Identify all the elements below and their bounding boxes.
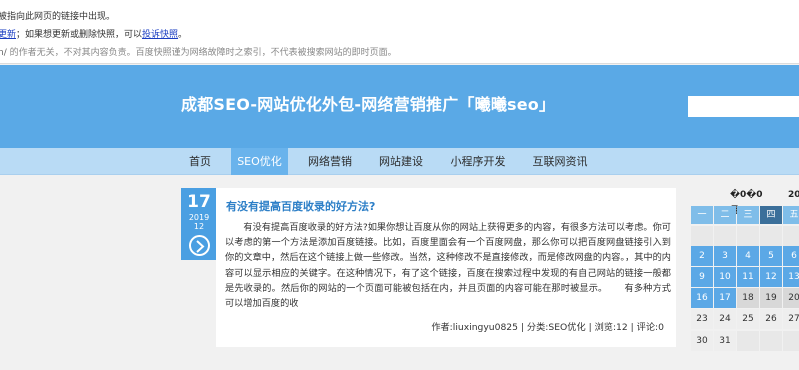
calendar-day[interactable]: 18: [737, 288, 759, 308]
calendar-empty-cell: [783, 331, 799, 351]
calendar-day[interactable]: 24: [714, 309, 736, 329]
calendar-day[interactable]: 2: [691, 246, 713, 266]
notice-line-3-text: 的作者无关，不对其内容负责。百度快照谨为网络故障时之索引，不代表被搜索网站的即时…: [6, 48, 397, 58]
nav-item-news[interactable]: 互联网资讯: [526, 148, 594, 175]
calendar-day[interactable]: 13: [783, 267, 799, 287]
site-title[interactable]: 成都SEO-网站优化外包-网络营销推广「曦曦seo」: [181, 91, 555, 115]
calendar-empty-cell: [737, 226, 759, 246]
calendar-day[interactable]: 16: [691, 288, 713, 308]
nav-item-seo[interactable]: SEO优化: [231, 148, 288, 175]
chevron-right-icon[interactable]: [189, 235, 210, 256]
calendar-weekday: 一: [691, 206, 713, 224]
notice-line-3: n/ 的作者无关，不对其内容负责。百度快照谨为网络故障时之索引，不代表被搜索网站…: [0, 44, 797, 62]
calendar-day[interactable]: 19: [760, 288, 782, 308]
calendar-day[interactable]: 17: [714, 288, 736, 308]
snapshot-notice: 被指向此网页的链接中出现。 更新；如果想更新或删除快照，可以投诉快照。 n/ 的…: [0, 0, 799, 64]
nav-item-mini-program[interactable]: 小程序开发: [443, 148, 513, 175]
post-date-badge: 17 2019 12: [181, 188, 217, 260]
calendar-day[interactable]: 9: [691, 267, 713, 287]
calendar-year-head: �0�0: [730, 190, 763, 200]
calendar-empty-cell: [737, 331, 759, 351]
calendar-empty-cell: [783, 226, 799, 246]
calendar-day[interactable]: 30: [691, 331, 713, 351]
calendar-weekday: 四: [760, 206, 782, 224]
calendar-day[interactable]: 20: [783, 288, 799, 308]
calendar-day[interactable]: 6: [783, 246, 799, 266]
calendar-day[interactable]: 12: [760, 267, 782, 287]
calendar-day[interactable]: 23: [691, 309, 713, 329]
nav-item-marketing[interactable]: 网络营销: [300, 148, 360, 175]
post-excerpt: 有没有提高百度收录的好方法?如果你想让百度从你的网站上获得更多的内容，有很多方法…: [225, 222, 671, 310]
search-input[interactable]: [688, 96, 799, 117]
notice-line-2-text: ；如果想更新或删除快照，可以: [16, 30, 143, 40]
post-card: 有没有提高百度收录的好方法? 有没有提高百度收录的好方法?如果你想让百度从你的网…: [216, 188, 676, 347]
calendar-empty-cell: [760, 331, 782, 351]
calendar-weekday: 二: [714, 206, 736, 224]
calendar-day[interactable]: 26: [760, 309, 782, 329]
report-snapshot-link[interactable]: 投诉快照: [142, 30, 178, 40]
page: 被指向此网页的链接中出现。 更新；如果想更新或删除快照，可以投诉快照。 n/ 的…: [0, 0, 799, 370]
post-date-day: 17: [187, 192, 211, 212]
post-meta: 作者:liuxingyu0825 | 分类:SEO优化 | 浏览:12 | 评论…: [431, 322, 664, 333]
site-header: 成都SEO-网站优化外包-网络营销推广「曦曦seo」: [0, 65, 799, 148]
calendar-day[interactable]: 10: [714, 267, 736, 287]
calendar-day[interactable]: 25: [737, 309, 759, 329]
calendar-day[interactable]: 5: [760, 246, 782, 266]
source-url-link[interactable]: n/: [0, 48, 7, 58]
calendar-day[interactable]: 3: [714, 246, 736, 266]
main-nav: 首页 SEO优化 网络营销 网站建设 小程序开发 互联网资讯: [0, 148, 799, 175]
calendar-day[interactable]: 27: [783, 309, 799, 329]
calendar-weekday: 五: [783, 206, 799, 224]
calendar-day[interactable]: 4: [737, 246, 759, 266]
calendar-day[interactable]: 11: [737, 267, 759, 287]
calendar-weekday: 三: [737, 206, 759, 224]
calendar-widget: �0�0 月 20 一二三四五2345691011121316171819202…: [690, 188, 799, 358]
calendar-empty-cell: [760, 226, 782, 246]
update-link[interactable]: 更新: [0, 30, 16, 40]
post-date-month: 12: [193, 222, 205, 231]
calendar-empty-cell: [691, 226, 713, 246]
notice-line-2: 更新；如果想更新或删除快照，可以投诉快照。: [0, 26, 797, 44]
calendar-empty-cell: [714, 226, 736, 246]
calendar-year-head-2: 20: [788, 190, 799, 200]
nav-item-home[interactable]: 首页: [180, 148, 220, 175]
nav-item-web-build[interactable]: 网站建设: [370, 148, 432, 175]
notice-line-2-end: 。: [178, 30, 188, 40]
notice-line-1: 被指向此网页的链接中出现。: [0, 12, 116, 22]
calendar-day[interactable]: 31: [714, 331, 736, 351]
post-title[interactable]: 有没有提高百度收录的好方法?: [226, 198, 375, 214]
